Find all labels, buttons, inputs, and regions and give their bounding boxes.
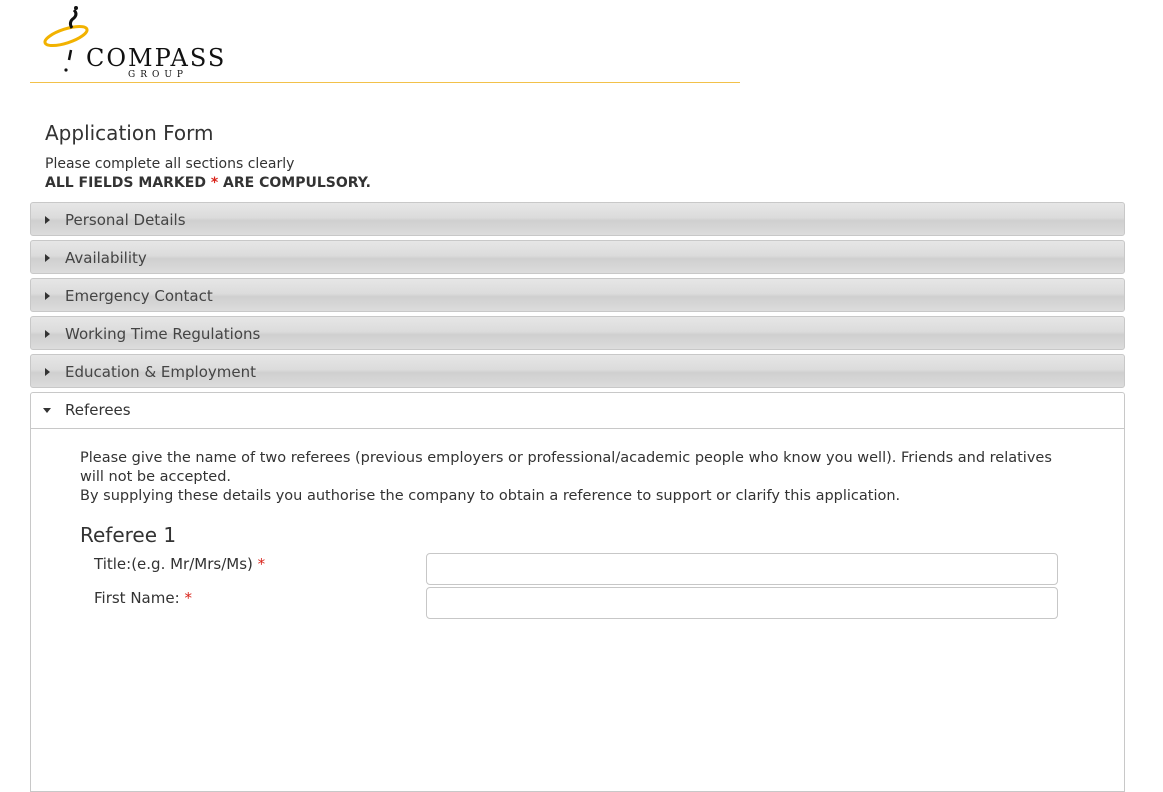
brand-sub: GROUP (128, 70, 188, 80)
required-star: * (257, 555, 266, 573)
referees-body: Please give the name of two referees (pr… (31, 429, 1124, 619)
caret-down-icon (43, 408, 51, 413)
section-referees: Referees Please give the name of two ref… (30, 392, 1125, 792)
form-accordion: Personal Details Availability Emergency … (30, 202, 1125, 792)
caret-right-icon (45, 292, 50, 300)
required-star: * (184, 589, 192, 607)
section-referees-header[interactable]: Referees (31, 393, 1124, 429)
referees-intro: Please give the name of two referees (pr… (80, 450, 1052, 485)
section-label: Working Time Regulations (65, 325, 261, 343)
section-personal-details[interactable]: Personal Details (30, 202, 1125, 236)
section-label: Education & Employment (65, 363, 256, 381)
section-working-time-regulations[interactable]: Working Time Regulations (30, 316, 1125, 350)
first-name-input[interactable] (426, 587, 1058, 619)
first-name-label: First Name: * (94, 589, 192, 607)
compulsory-note: ALL FIELDS MARKED * ARE COMPULSORY. (45, 174, 371, 193)
title-label: Title:(e.g. Mr/Mrs/Ms) * (94, 555, 265, 573)
page-title: Application Form (45, 121, 214, 145)
caret-right-icon (45, 216, 50, 224)
compulsory-suffix: ARE COMPULSORY. (218, 175, 371, 191)
referee-1-heading: Referee 1 (80, 523, 177, 547)
title-row: Title:(e.g. Mr/Mrs/Ms) * (80, 551, 1075, 585)
compulsory-prefix: ALL FIELDS MARKED (45, 175, 211, 191)
caret-right-icon (45, 330, 50, 338)
caret-right-icon (45, 368, 50, 376)
section-education-employment[interactable]: Education & Employment (30, 354, 1125, 388)
first-name-row: First Name: * (80, 585, 1075, 619)
section-emergency-contact[interactable]: Emergency Contact (30, 278, 1125, 312)
intro-text: Please complete all sections clearly ALL… (45, 155, 371, 193)
referees-consent: By supplying these details you authorise… (80, 488, 901, 504)
section-label: Emergency Contact (65, 287, 213, 305)
section-label: Personal Details (65, 211, 186, 229)
compass-logo: COMPASS GROUP (38, 4, 238, 80)
instruction-text: Please complete all sections clearly (45, 156, 295, 172)
title-label-text: Title:(e.g. Mr/Mrs/Ms) (94, 555, 253, 573)
header: COMPASS GROUP (30, 0, 740, 83)
brand-name: COMPASS (86, 44, 227, 72)
section-label: Referees (65, 401, 131, 419)
section-availability[interactable]: Availability (30, 240, 1125, 274)
caret-right-icon (45, 254, 50, 262)
section-label: Availability (65, 249, 147, 267)
title-input[interactable] (426, 553, 1058, 585)
first-name-label-text: First Name: (94, 589, 180, 607)
